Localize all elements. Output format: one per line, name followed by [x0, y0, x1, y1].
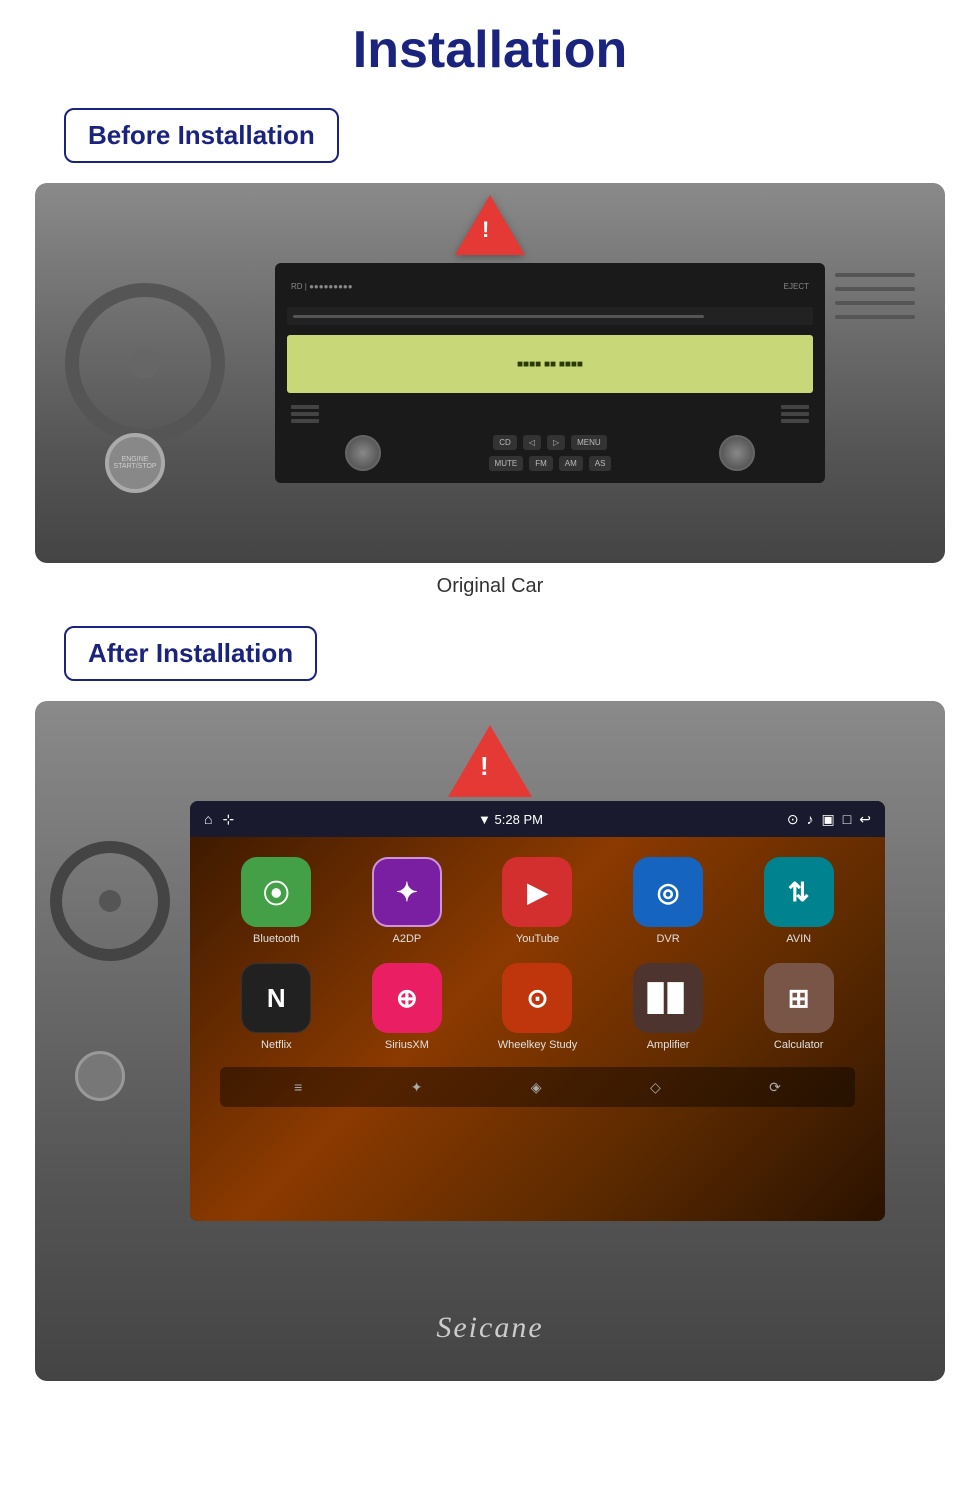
after-installation-badge: After Installation — [64, 626, 317, 681]
warning-triangle-before — [455, 195, 525, 255]
android-head-unit[interactable]: ⌂ ⊹ ▼ 5:28 PM ⊙ ♪ ▣ □ ↩ ⦿Bluetooth✦A — [190, 801, 885, 1221]
ignition-before: ENGINESTART/STOP — [105, 433, 165, 493]
wifi-icon: ⊹ — [222, 811, 234, 828]
seicane-logo: Seicane — [436, 1311, 543, 1345]
hu-menu-btn: MENU — [571, 435, 607, 450]
steering-wheel-after — [45, 761, 185, 1161]
taskbar-icon-5: ⟳ — [769, 1079, 781, 1096]
app-icon-youtube: ▶ — [502, 857, 572, 927]
taskbar-icon-2: ✦ — [411, 1079, 423, 1096]
back-icon: ↩ — [859, 811, 871, 828]
app-icon-calculator: ⊞ — [764, 963, 834, 1033]
app-label-calculator: Calculator — [774, 1039, 824, 1051]
hu-prev-btn: ◁ — [523, 435, 541, 450]
after-car-image: ⌂ ⊹ ▼ 5:28 PM ⊙ ♪ ▣ □ ↩ ⦿Bluetooth✦A — [35, 701, 945, 1381]
app-item-dvr[interactable]: ◎ DVR — [612, 857, 725, 945]
android-statusbar: ⌂ ⊹ ▼ 5:28 PM ⊙ ♪ ▣ □ ↩ — [190, 801, 885, 837]
hu-fm-btn: FM — [529, 456, 553, 471]
steering-wheel-before: ENGINESTART/STOP — [55, 223, 255, 523]
app-label-avin: AVIN — [786, 933, 811, 945]
hu-cd-btn: CD — [493, 435, 517, 450]
head-unit-before: RD | ●●●●●●●●● EJECT ■■■■ ■■ ■■■■ — [275, 263, 825, 483]
battery-icon: ▣ — [822, 811, 835, 828]
hu-right-knob — [719, 435, 755, 471]
app-icon-a2dp: ✦ — [372, 857, 442, 927]
statusbar-time: ▼ 5:28 PM — [478, 812, 543, 827]
hu-am-btn: AM — [559, 456, 583, 471]
app-item-youtube[interactable]: ▶ YouTube — [481, 857, 594, 945]
hu-mute-btn: MUTE — [489, 456, 524, 471]
app-item-a2dp[interactable]: ✦ A2DP — [351, 857, 464, 945]
original-car-label: Original Car — [437, 575, 544, 598]
app-label-wheelkey-study: Wheelkey Study — [498, 1039, 577, 1051]
app-label-dvr: DVR — [656, 933, 679, 945]
app-icon-avin: ⇅ — [764, 857, 834, 927]
app-item-wheelkey-study[interactable]: ⊙ Wheelkey Study — [481, 963, 594, 1051]
android-taskbar: ≡ ✦ ◈ ◇ ⟳ — [220, 1067, 855, 1107]
app-label-netflix: Netflix — [261, 1039, 292, 1051]
hu-play-btn: ▷ — [547, 435, 565, 450]
hu-display-text: ■■■■ ■■ ■■■■ — [517, 359, 583, 370]
app-item-siriusxm[interactable]: ⊕ SiriusXM — [351, 963, 464, 1051]
app-label-a2dp: A2DP — [393, 933, 422, 945]
taskbar-icon-4: ◇ — [650, 1079, 661, 1096]
app-item-netflix[interactable]: N Netflix — [220, 963, 333, 1051]
volume-icon: ♪ — [807, 811, 814, 827]
before-car-image: ENGINESTART/STOP RD | ●●●●●●●●● EJECT ■■… — [35, 183, 945, 563]
app-icon-netflix: N — [241, 963, 311, 1033]
warning-triangle-after — [448, 725, 532, 797]
taskbar-icon-1: ≡ — [294, 1079, 302, 1095]
app-icon-siriusxm: ⊕ — [372, 963, 442, 1033]
app-icon-bluetooth: ⦿ — [241, 857, 311, 927]
android-home-screen: ⦿ Bluetooth ✦ A2DP ▶ YouTube ◎ DVR ⇅ AVIN N Netflix… — [190, 837, 885, 1221]
app-icon-amplifier: ▊▊ — [633, 963, 703, 1033]
app-item-avin[interactable]: ⇅ AVIN — [742, 857, 855, 945]
camera-icon: ⊙ — [787, 811, 799, 828]
app-label-bluetooth: Bluetooth — [253, 933, 299, 945]
app-label-siriusxm: SiriusXM — [385, 1039, 429, 1051]
page-title: Installation — [0, 20, 980, 80]
app-item-calculator[interactable]: ⊞ Calculator — [742, 963, 855, 1051]
app-icon-wheelkey-study: ⊙ — [502, 963, 572, 1033]
app-icon-dvr: ◎ — [633, 857, 703, 927]
app-label-amplifier: Amplifier — [647, 1039, 690, 1051]
app-grid: ⦿ Bluetooth ✦ A2DP ▶ YouTube ◎ DVR ⇅ AVIN N Netflix… — [220, 857, 855, 1051]
home-icon: ⌂ — [204, 811, 212, 827]
app-item-amplifier[interactable]: ▊▊ Amplifier — [612, 963, 725, 1051]
fullscreen-icon: □ — [843, 811, 851, 827]
hu-left-knob — [345, 435, 381, 471]
hu-as-btn: AS — [589, 456, 612, 471]
before-installation-badge: Before Installation — [64, 108, 339, 163]
app-item-bluetooth[interactable]: ⦿ Bluetooth — [220, 857, 333, 945]
taskbar-icon-3: ◈ — [531, 1079, 542, 1096]
ignition-after — [75, 1051, 125, 1101]
app-label-youtube: YouTube — [516, 933, 559, 945]
